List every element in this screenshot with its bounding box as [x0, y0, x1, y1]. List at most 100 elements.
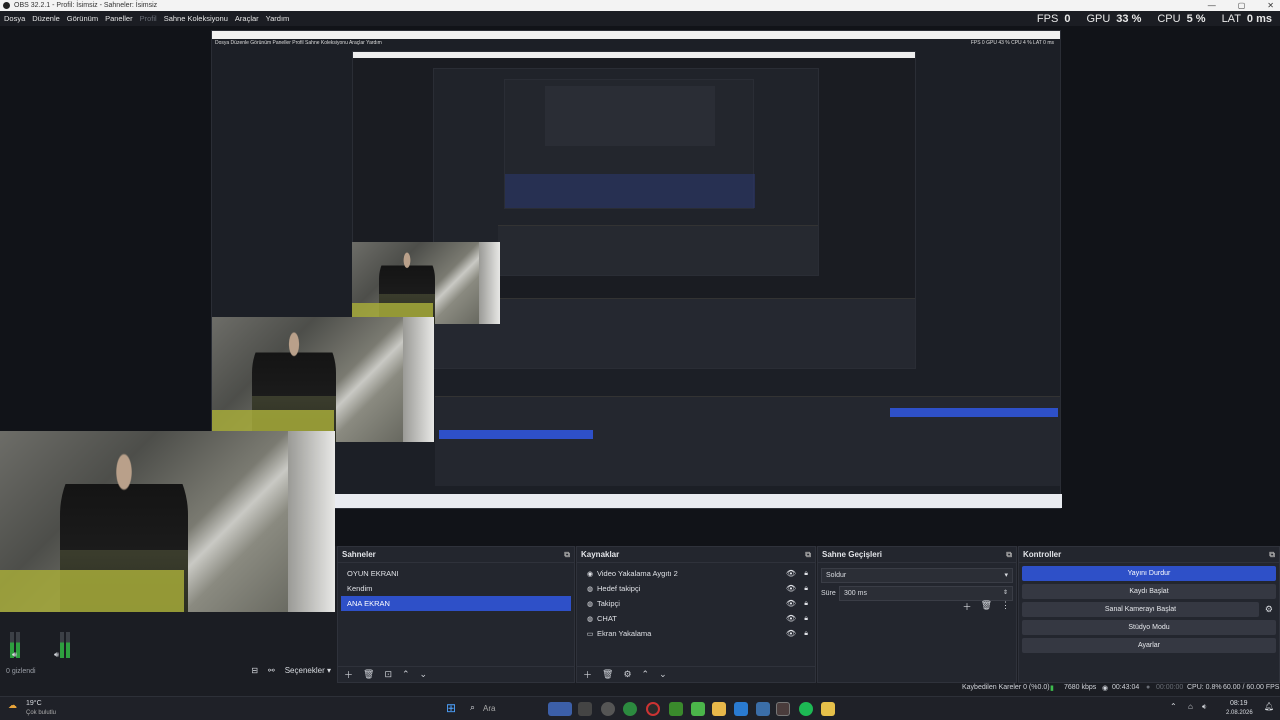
- start-record-button[interactable]: Kaydı Başlat: [1022, 584, 1276, 599]
- add-scene-button[interactable]: ＋: [344, 668, 353, 681]
- menu-paneller[interactable]: Paneller: [105, 14, 133, 23]
- settings-button[interactable]: Ayarlar: [1022, 638, 1276, 653]
- record-time: 00:00:00: [1156, 684, 1184, 691]
- transitions-title: Sahne Geçişleri: [822, 550, 883, 559]
- dock-float-icon[interactable]: ⧉: [1006, 547, 1012, 563]
- menu-profil[interactable]: Profil: [140, 14, 157, 23]
- settings-app-icon[interactable]: [601, 702, 615, 716]
- maximize-button[interactable]: ▢: [1238, 0, 1246, 11]
- stop-stream-button[interactable]: Yayını Durdur: [1022, 566, 1276, 581]
- clock[interactable]: 08:19: [1230, 700, 1248, 707]
- move-down-button[interactable]: ⌄: [420, 669, 428, 680]
- monitor-icon: ▭: [586, 631, 594, 638]
- network-icon[interactable]: ⌂: [1188, 702, 1193, 711]
- move-up-button[interactable]: ⌃: [642, 669, 650, 680]
- menu-yardim[interactable]: Yardım: [266, 14, 290, 23]
- dock-float-icon[interactable]: ⧉: [805, 547, 811, 563]
- add-transition-button[interactable]: ＋: [963, 600, 972, 613]
- obs-icon: [3, 2, 10, 9]
- menu-gorunum[interactable]: Görünüm: [67, 14, 98, 23]
- scenes-title: Sahneler: [342, 550, 376, 559]
- gear-icon[interactable]: ⚙︎: [1265, 604, 1273, 615]
- dock-float-icon[interactable]: ⧉: [1269, 547, 1275, 563]
- record-icon: ●: [1146, 684, 1151, 691]
- lock-icon[interactable]: 🔒︎: [804, 611, 808, 626]
- menu-sahne-koleksiyonu[interactable]: Sahne Koleksiyonu: [164, 14, 228, 23]
- widget-icon[interactable]: [548, 702, 572, 716]
- lock-icon[interactable]: 🔒︎: [804, 626, 808, 641]
- lock-icon[interactable]: 🔒︎: [804, 581, 808, 596]
- date[interactable]: 2.08.2026: [1226, 710, 1253, 716]
- spinner-icon[interactable]: ⇕: [1003, 587, 1008, 600]
- dock-float-icon[interactable]: ⧉: [564, 547, 570, 563]
- source-item[interactable]: ◍ CHAT 👁︎ 🔒︎: [580, 611, 812, 626]
- mixer-link-icon[interactable]: ⚯: [268, 666, 275, 675]
- virtual-camera-button[interactable]: Sanal Kamerayı Başlat: [1022, 602, 1259, 617]
- dropped-frames: Kaybedilen Kareler 0 (%0.0): [962, 684, 1050, 691]
- excel-icon[interactable]: [691, 702, 705, 716]
- program-preview[interactable]: Dosya Düzenle Görünüm Paneller Profil Sa…: [0, 26, 1280, 619]
- duration-input[interactable]: 300 ms ⇕: [839, 586, 1013, 601]
- scene-item-selected[interactable]: ANA EKRAN: [341, 596, 571, 611]
- source-item[interactable]: ◍ Takipçi 👁︎ 🔒︎: [580, 596, 812, 611]
- studio-mode-button[interactable]: Stüdyo Modu: [1022, 620, 1276, 635]
- visibility-icon[interactable]: 👁︎: [786, 611, 796, 626]
- folder-icon[interactable]: [712, 702, 726, 716]
- chrome-icon[interactable]: [623, 702, 637, 716]
- vscode-icon[interactable]: [734, 702, 748, 716]
- weather-icon[interactable]: ☁︎: [8, 700, 17, 711]
- remove-source-button[interactable]: 🗑︎: [602, 669, 613, 680]
- visibility-icon[interactable]: 👁︎: [786, 581, 796, 596]
- mixer-layout-icon[interactable]: ⊟: [251, 666, 258, 675]
- move-down-button[interactable]: ⌄: [659, 669, 667, 680]
- visibility-icon[interactable]: 👁︎: [786, 566, 796, 581]
- source-settings-icon[interactable]: ⚙︎: [623, 669, 631, 680]
- speaker-icon[interactable]: 🔊︎: [12, 650, 17, 660]
- source-item[interactable]: ◍ Hedef takipçi 👁︎ 🔒︎: [580, 581, 812, 596]
- source-item[interactable]: ◉ Video Yakalama Aygıtı 2 👁︎ 🔒︎: [580, 566, 812, 581]
- visibility-icon[interactable]: 👁︎: [786, 626, 796, 641]
- remove-scene-button[interactable]: 🗑︎: [363, 669, 374, 680]
- transition-menu-icon[interactable]: ⋮: [1001, 600, 1010, 613]
- scene-item[interactable]: Kendim: [341, 581, 571, 596]
- transitions-dock: Sahne Geçişleri ⧉ Soldur ▾ Süre 300 ms ⇕ ＋ …: [817, 546, 1017, 683]
- tray-chevron-icon[interactable]: ⌃: [1170, 702, 1177, 711]
- obs-taskbar-icon[interactable]: [646, 702, 660, 716]
- steam-icon[interactable]: [776, 702, 790, 716]
- fps-status: 60.00 / 60.00 FPS: [1223, 684, 1280, 691]
- weather-temp[interactable]: 19°C: [26, 700, 42, 707]
- lock-icon[interactable]: 🔒︎: [804, 566, 808, 581]
- minecraft-icon[interactable]: [669, 702, 683, 716]
- notification-icon[interactable]: 🔔︎: [1264, 702, 1274, 711]
- volume-icon[interactable]: 🔉︎: [1202, 702, 1207, 712]
- source-item[interactable]: ▭ Ekran Yakalama 👁︎ 🔒︎: [580, 626, 812, 641]
- gpu-stat: GPU 33 %: [1086, 13, 1142, 25]
- app-icon[interactable]: [756, 702, 770, 716]
- lock-icon[interactable]: 🔒︎: [804, 596, 808, 611]
- weather-desc[interactable]: Çok bulutlu: [26, 710, 56, 716]
- notes-icon[interactable]: [821, 702, 835, 716]
- speaker-icon[interactable]: 🔊︎: [54, 650, 59, 660]
- menu-dosya[interactable]: Dosya: [4, 14, 25, 23]
- task-view-icon[interactable]: [578, 702, 592, 716]
- bitrate: 7680 kbps: [1064, 684, 1097, 691]
- volume-meter: [60, 632, 64, 658]
- sources-dock: Kaynaklar ⧉ ◉ Video Yakalama Aygıtı 2 👁︎ 🔒︎ …: [576, 546, 816, 683]
- minimize-button[interactable]: —: [1208, 0, 1216, 11]
- windows-start-icon[interactable]: ⊞: [446, 701, 456, 715]
- transition-select[interactable]: Soldur ▾: [821, 568, 1013, 583]
- visibility-icon[interactable]: 👁︎: [786, 596, 796, 611]
- menu-araclar[interactable]: Araçlar: [235, 14, 259, 23]
- menu-duzenle[interactable]: Düzenle: [32, 14, 60, 23]
- nested-docks: [435, 396, 1060, 486]
- taskbar-search[interactable]: Ara: [483, 704, 495, 713]
- search-icon[interactable]: ⌕: [470, 702, 475, 713]
- close-button[interactable]: ✕: [1267, 0, 1274, 11]
- spotify-icon[interactable]: [799, 702, 813, 716]
- scene-filter-button[interactable]: ⊡: [384, 669, 392, 680]
- scene-options-button[interactable]: Seçenekler ▾: [285, 666, 331, 675]
- move-up-button[interactable]: ⌃: [402, 669, 410, 680]
- scene-item[interactable]: OYUN EKRANI: [341, 566, 571, 581]
- remove-transition-button[interactable]: 🗑︎: [981, 600, 992, 613]
- add-source-button[interactable]: ＋: [583, 668, 592, 681]
